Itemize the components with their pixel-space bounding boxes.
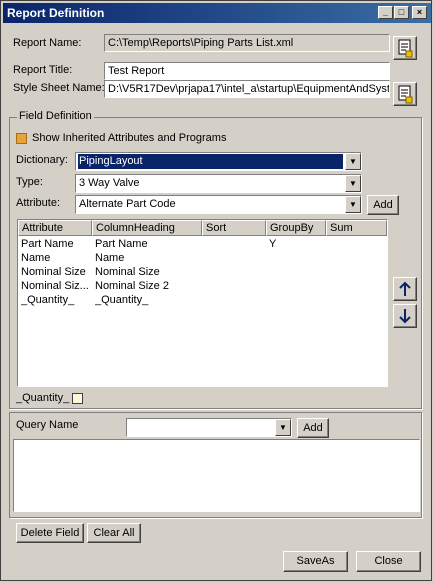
cell-sum [329,265,384,279]
report-name-label: Report Name: [13,37,82,49]
attribute-label: Attribute: [16,197,61,209]
cell-attribute: Nominal Siz... [21,280,89,292]
show-inherited-checkbox[interactable] [16,133,27,144]
stylesheet-input[interactable]: D:\V5R17Dev\prjapa17\intel_a\startup\Equ… [104,80,390,98]
cell-sort [205,265,263,279]
cell-attribute: Part Name [21,238,74,250]
cell-groupby [269,293,324,307]
field-definition-legend: Field Definition [17,110,94,122]
type-select[interactable]: 3 Way Valve ▼ [75,174,362,193]
type-value: 3 Way Valve [79,177,140,189]
cell-attribute: _Quantity_ [21,294,75,306]
attribute-select[interactable]: Alternate Part Code ▼ [75,195,362,214]
move-up-button[interactable] [393,277,417,301]
dictionary-label: Dictionary: [16,154,68,166]
type-label: Type: [16,176,43,188]
cell-columnheading: Name [95,252,125,264]
browse-file-icon [398,85,413,104]
report-name-field: C:\Temp\Reports\Piping Parts List.xml [104,34,390,52]
stylesheet-label: Style Sheet Name: [13,82,105,94]
maximize-button[interactable]: □ [394,6,409,19]
cell-groupby: Y [269,238,277,250]
chevron-down-icon[interactable]: ▼ [275,419,291,436]
query-name-select[interactable]: ▼ [126,418,292,437]
cell-sum [329,251,384,265]
clear-all-button[interactable]: Clear All [87,523,141,543]
column-header-attribute[interactable]: Attribute [18,220,92,236]
delete-field-button[interactable]: Delete Field [16,523,84,543]
cell-sort [205,237,263,251]
cell-columnheading: Nominal Size 2 [95,280,169,292]
cell-sort [205,293,263,307]
move-down-button[interactable] [393,304,417,328]
arrow-up-icon [399,281,411,296]
chevron-down-icon[interactable]: ▼ [345,196,361,213]
add-query-button[interactable]: Add [297,418,329,438]
query-name-value [129,420,273,435]
attribute-value: Alternate Part Code [79,198,176,210]
close-window-button[interactable]: × [412,6,427,19]
report-title-input[interactable]: Test Report [104,62,390,80]
chevron-down-icon[interactable]: ▼ [345,175,361,192]
dictionary-select[interactable]: PipingLayout ▼ [75,152,362,171]
query-name-label: Query Name [16,419,79,431]
column-header-groupby[interactable]: GroupBy [266,220,326,236]
cell-columnheading: _Quantity_ [95,294,149,306]
arrow-down-icon [399,309,411,324]
show-inherited-label: Show Inherited Attributes and Programs [32,132,227,144]
window-title: Report Definition [7,6,105,20]
browse-stylesheet-button[interactable] [393,82,417,106]
cell-columnheading: Nominal Size [95,266,160,278]
browse-report-button[interactable] [393,36,417,60]
cell-sort [205,251,263,265]
selected-field-label: _Quantity_ [16,392,70,404]
title-bar[interactable]: Report Definition _ □ × [3,3,431,23]
browse-file-icon [398,39,413,58]
query-text-area[interactable] [13,439,420,512]
cell-attribute: Nominal Size [21,266,86,278]
column-header-sort[interactable]: Sort [202,220,266,236]
minimize-button[interactable]: _ [378,6,393,19]
dictionary-value: PipingLayout [78,154,343,169]
cell-groupby [269,279,324,293]
cell-sum [329,279,384,293]
report-definition-window: Report Definition _ □ × Report Name: C:\… [0,0,432,581]
report-title-label: Report Title: [13,64,73,76]
fields-table[interactable]: Attribute ColumnHeading Sort GroupBy Sum… [17,219,388,387]
column-header-sum[interactable]: Sum [326,220,387,236]
cell-attribute: Name [21,252,51,264]
column-header-columnheading[interactable]: ColumnHeading [92,220,202,236]
cell-sort [205,279,263,293]
cell-columnheading: Part Name [95,238,148,250]
cell-sum [329,293,384,307]
selected-field-checkbox[interactable] [72,393,83,404]
add-attribute-button[interactable]: Add [367,195,399,215]
cell-groupby [269,265,324,279]
cell-groupby [269,251,324,265]
close-button[interactable]: Close [356,551,421,572]
cell-sum [329,237,384,251]
save-as-button[interactable]: SaveAs [283,551,348,572]
chevron-down-icon[interactable]: ▼ [345,153,361,170]
